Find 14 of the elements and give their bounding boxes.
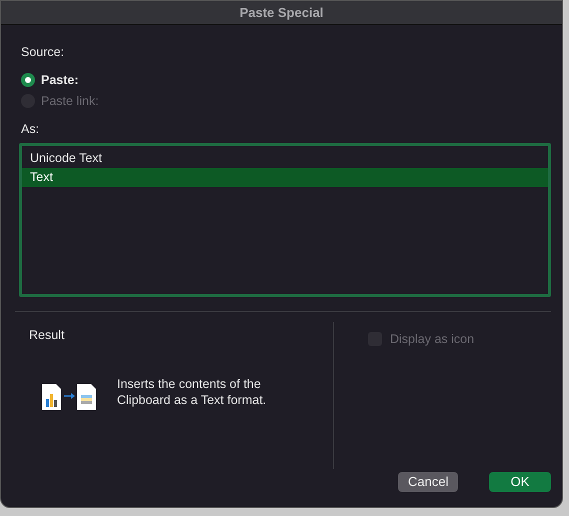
ok-button[interactable]: OK (489, 472, 551, 492)
checkbox-label: Display as icon (390, 330, 474, 348)
radio-button[interactable] (21, 73, 35, 88)
list-item[interactable]: Unicode Text (22, 148, 548, 168)
section-label: As: (21, 120, 40, 138)
result-description: Inserts the contents of the Clipboard as a Text format. (117, 376, 268, 408)
paste-format-icon (41, 382, 97, 410)
radio-label: Paste: (41, 72, 79, 89)
window-title: Paste Special (240, 4, 324, 22)
radio-label: Paste link: (41, 92, 99, 110)
cancel-button[interactable]: Cancel (398, 472, 458, 492)
list-item[interactable]: Text (22, 168, 548, 186)
section-label: Source: (21, 44, 64, 61)
result-label: Result (29, 328, 64, 342)
